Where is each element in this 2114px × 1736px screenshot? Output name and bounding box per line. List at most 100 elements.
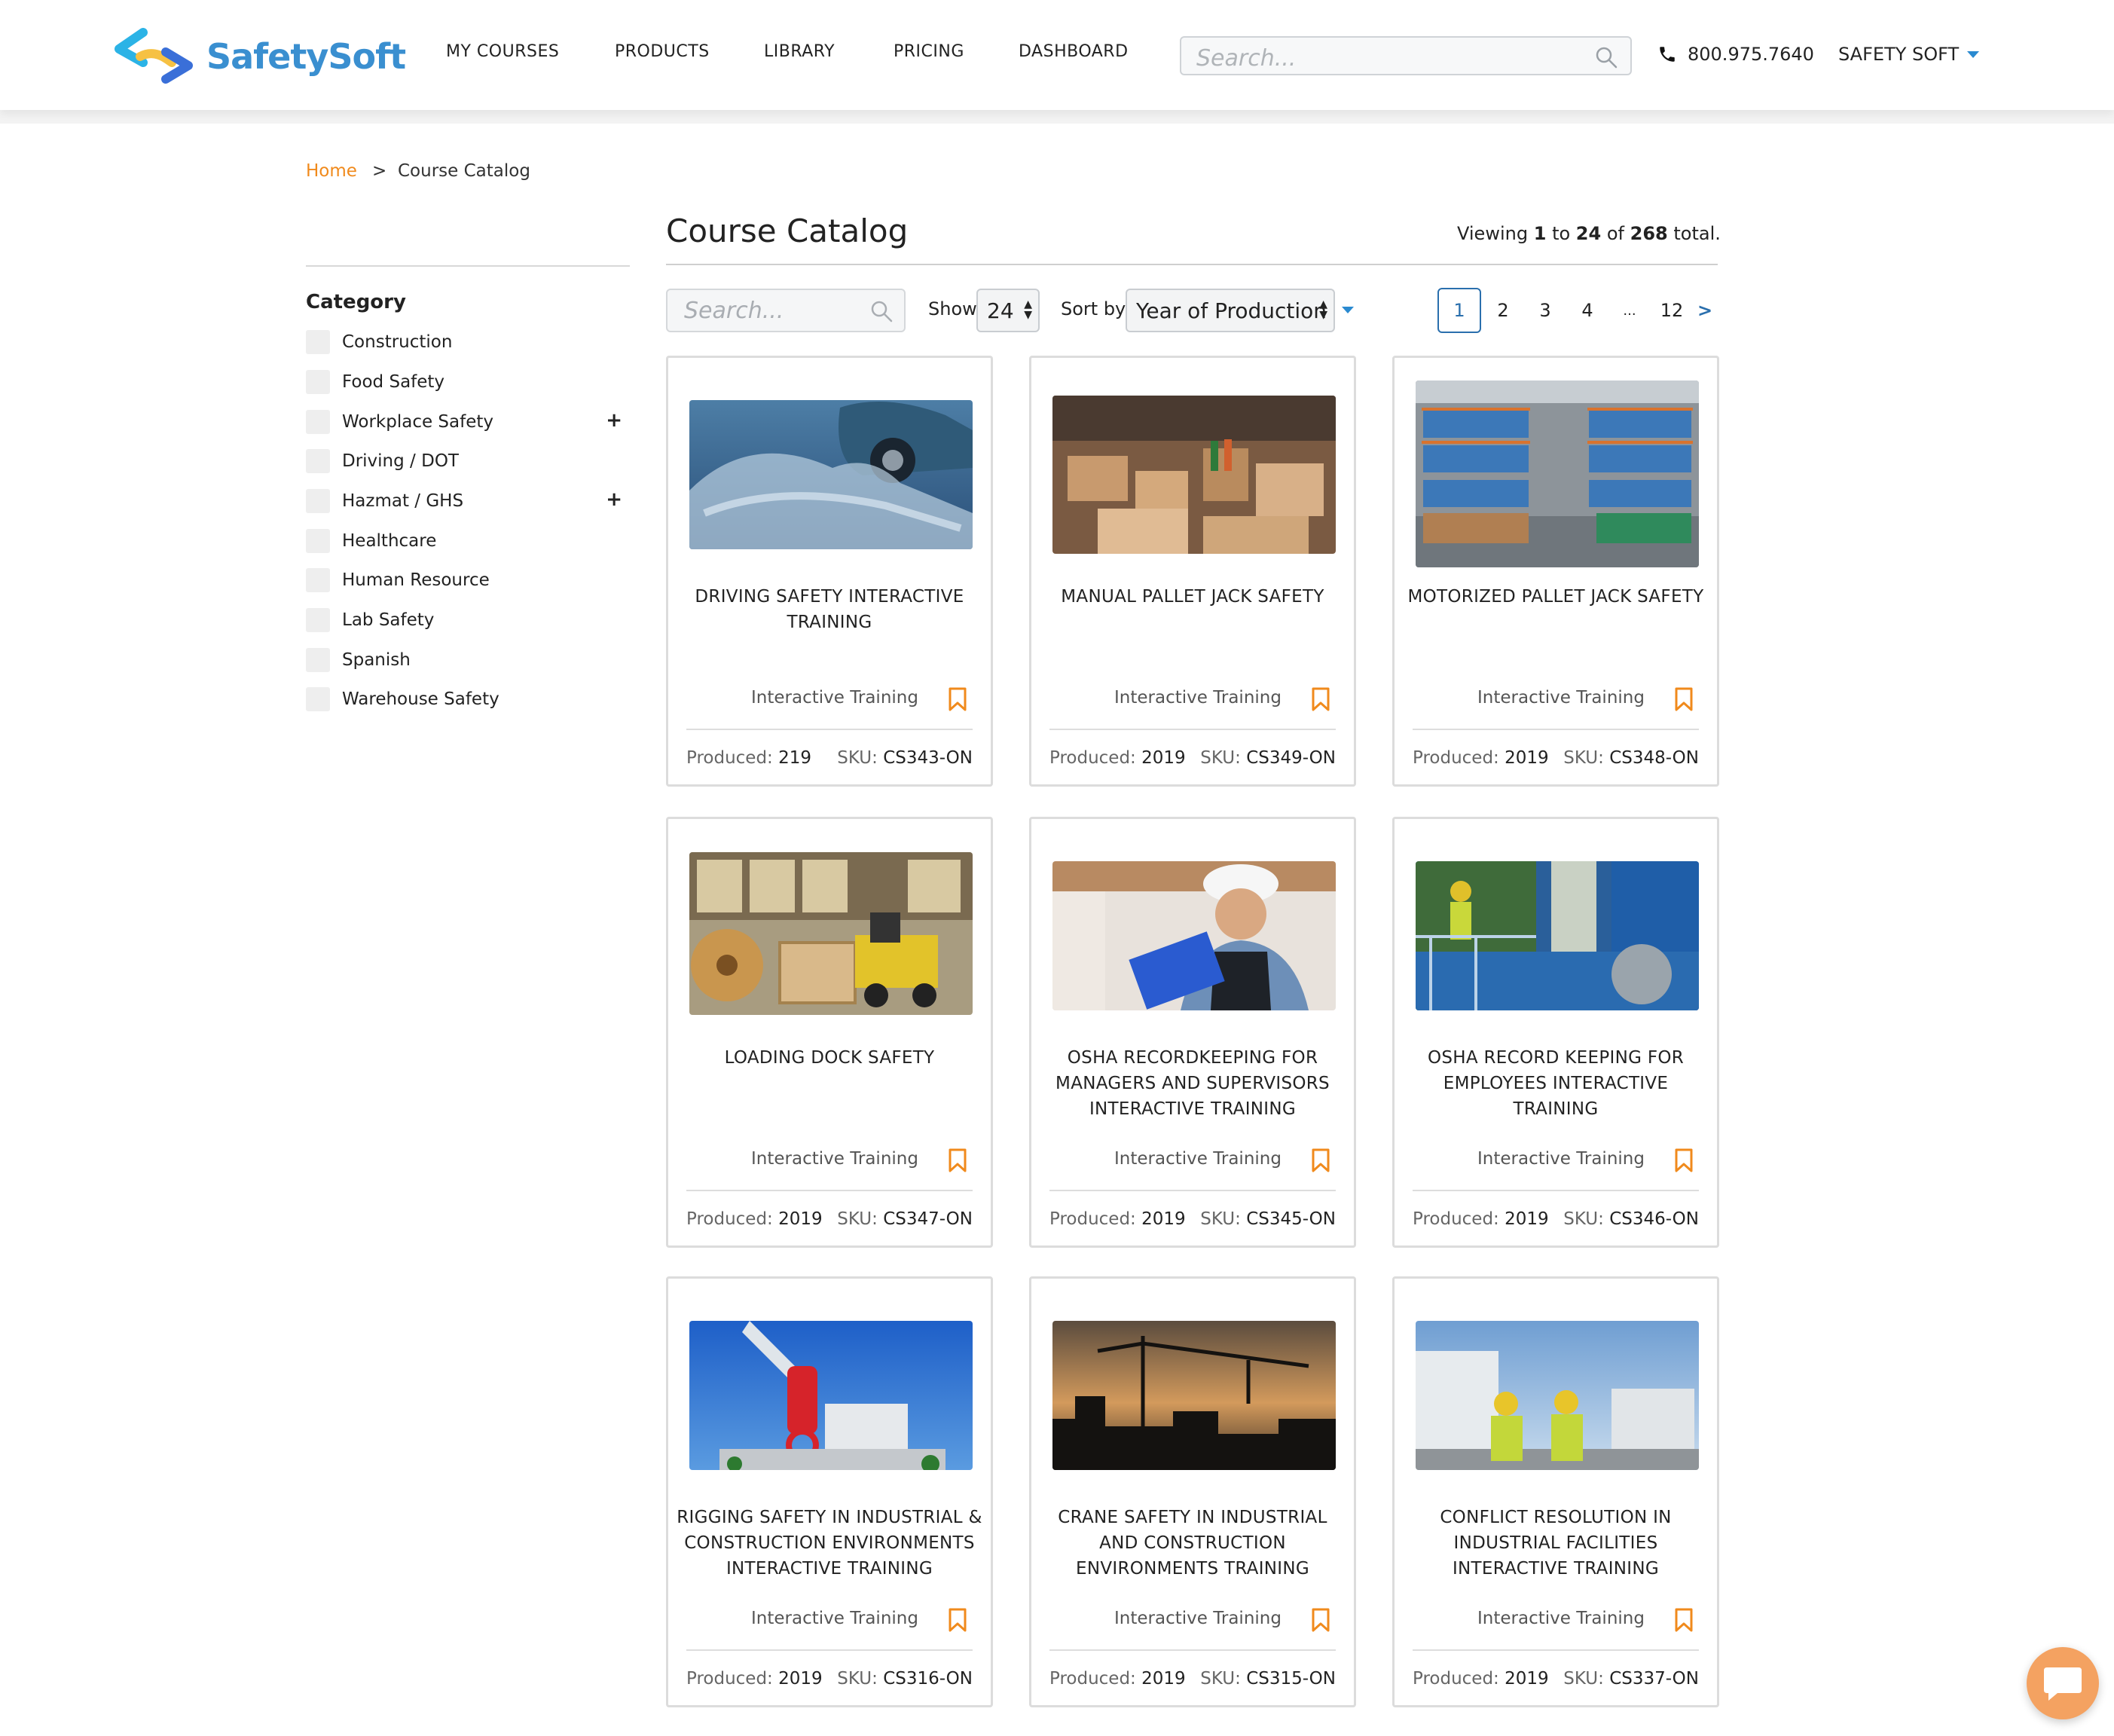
course-title[interactable]: DRIVING SAFETY INTERACTIVE TRAINING (676, 584, 983, 635)
sidebar-divider (306, 265, 630, 267)
nav-dashboard[interactable]: DASHBOARD (1019, 42, 1129, 61)
page-1-button[interactable]: 1 (1437, 288, 1481, 333)
category-item-construction[interactable]: Construction (306, 329, 622, 355)
category-item-human-resource[interactable]: Human Resource (306, 567, 622, 593)
course-thumbnail[interactable] (1416, 381, 1699, 567)
sort-direction-caret-icon[interactable] (1341, 304, 1355, 315)
logo[interactable]: SafetySoft (113, 23, 406, 90)
bookmark-icon[interactable] (947, 1148, 968, 1173)
expand-plus-icon[interactable]: + (606, 488, 622, 511)
nav-pricing[interactable]: PRICING (894, 42, 964, 61)
category-checkbox[interactable] (306, 449, 330, 473)
breadcrumb-home-link[interactable]: Home (306, 161, 357, 181)
page-2-button[interactable]: 2 (1481, 288, 1525, 333)
show-count-select[interactable]: 24 ▲ ▼ (976, 289, 1040, 332)
category-checkbox[interactable] (306, 687, 330, 711)
course-meta: Produced: 219 SKU: CS343-ON (686, 748, 973, 768)
bookmark-icon[interactable] (947, 1607, 968, 1633)
course-title[interactable]: CONFLICT RESOLUTION IN INDUSTRIAL FACILI… (1402, 1505, 1709, 1582)
course-meta: Produced: 2019 SKU: CS316-ON (686, 1669, 973, 1689)
course-meta: Produced: 2019 SKU: CS348-ON (1413, 748, 1699, 768)
sort-select[interactable]: Year of Production ▲ ▼ (1126, 289, 1335, 332)
sku: SKU: CS349-ON (1200, 748, 1336, 768)
course-title[interactable]: MOTORIZED PALLET JACK SAFETY (1402, 584, 1709, 610)
bookmark-icon[interactable] (1673, 686, 1694, 712)
course-card[interactable]: CONFLICT RESOLUTION IN INDUSTRIAL FACILI… (1392, 1276, 1719, 1707)
card-divider (1049, 1190, 1336, 1191)
course-card[interactable]: CRANE SAFETY IN INDUSTRIAL AND CONSTRUCT… (1029, 1276, 1356, 1707)
course-thumbnail[interactable] (689, 1321, 973, 1470)
header-search-input[interactable]: Search... (1180, 36, 1632, 75)
category-item-lab-safety[interactable]: Lab Safety (306, 607, 622, 633)
sku: SKU: CS337-ON (1563, 1669, 1699, 1689)
search-icon[interactable] (1594, 45, 1618, 69)
course-thumbnail[interactable] (1052, 1321, 1336, 1470)
phone-contact[interactable]: 800.975.7640 (1657, 44, 1814, 65)
category-checkbox[interactable] (306, 410, 330, 434)
course-title[interactable]: MANUAL PALLET JACK SAFETY (1039, 584, 1346, 610)
course-title[interactable]: OSHA RECORDKEEPING FOR MANAGERS AND SUPE… (1039, 1045, 1346, 1122)
course-card[interactable]: DRIVING SAFETY INTERACTIVE TRAINING Inte… (666, 356, 993, 787)
course-card[interactable]: OSHA RECORD KEEPING FOR EMPLOYEES INTERA… (1392, 817, 1719, 1248)
page-4-button[interactable]: 4 (1566, 288, 1609, 333)
bookmark-icon[interactable] (1673, 1607, 1694, 1633)
course-thumbnail[interactable] (1416, 861, 1699, 1010)
course-type: Interactive Training (1114, 1149, 1282, 1169)
course-title[interactable]: OSHA RECORD KEEPING FOR EMPLOYEES INTERA… (1402, 1045, 1709, 1122)
bookmark-icon[interactable] (1310, 1148, 1331, 1173)
course-card[interactable]: MOTORIZED PALLET JACK SAFETY Interactive… (1392, 356, 1719, 787)
title-divider (666, 264, 1718, 265)
course-thumbnail[interactable] (689, 852, 973, 1015)
card-divider (686, 729, 973, 730)
category-checkbox[interactable] (306, 648, 330, 672)
course-type: Interactive Training (1114, 688, 1282, 708)
catalog-search-input[interactable]: Search... (666, 289, 906, 332)
course-title[interactable]: LOADING DOCK SAFETY (676, 1045, 983, 1071)
sku-label: SKU: (837, 1669, 878, 1689)
catalog-search-placeholder: Search... (684, 298, 784, 324)
expand-plus-icon[interactable]: + (606, 409, 622, 432)
category-checkbox[interactable] (306, 568, 330, 592)
category-item-healthcare[interactable]: Healthcare (306, 528, 622, 554)
course-card[interactable]: RIGGING SAFETY IN INDUSTRIAL & CONSTRUCT… (666, 1276, 993, 1707)
bookmark-icon[interactable] (947, 686, 968, 712)
course-meta: Produced: 2019 SKU: CS337-ON (1413, 1669, 1699, 1689)
chat-widget-button[interactable] (2027, 1647, 2099, 1719)
sku-value: CS337-ON (1609, 1669, 1699, 1689)
course-type: Interactive Training (1114, 1609, 1282, 1628)
course-card[interactable]: LOADING DOCK SAFETY Interactive Training… (666, 817, 993, 1248)
course-title[interactable]: CRANE SAFETY IN INDUSTRIAL AND CONSTRUCT… (1039, 1505, 1346, 1582)
bookmark-icon[interactable] (1673, 1148, 1694, 1173)
category-item-hazmat-ghs[interactable]: Hazmat / GHS + (306, 488, 622, 514)
bookmark-icon[interactable] (1310, 686, 1331, 712)
category-item-workplace-safety[interactable]: Workplace Safety + (306, 409, 622, 435)
page-3-button[interactable]: 3 (1523, 288, 1567, 333)
course-meta: Produced: 2019 SKU: CS347-ON (686, 1209, 973, 1229)
course-card[interactable]: MANUAL PALLET JACK SAFETY Interactive Tr… (1029, 356, 1356, 787)
course-title[interactable]: RIGGING SAFETY IN INDUSTRIAL & CONSTRUCT… (676, 1505, 983, 1582)
bookmark-icon[interactable] (1310, 1607, 1331, 1633)
category-checkbox[interactable] (306, 489, 330, 513)
search-icon[interactable] (869, 299, 894, 323)
course-thumbnail[interactable] (689, 400, 973, 549)
next-page-button[interactable]: > (1683, 288, 1727, 333)
category-label: Food Safety (342, 372, 445, 392)
account-menu[interactable]: SAFETY SOFT (1838, 44, 1980, 65)
category-item-warehouse-safety[interactable]: Warehouse Safety (306, 686, 622, 712)
course-thumbnail[interactable] (1416, 1321, 1699, 1470)
nav-my-courses[interactable]: MY COURSES (446, 42, 559, 61)
course-thumbnail[interactable] (1052, 861, 1336, 1010)
category-item-driving-dot[interactable]: Driving / DOT (306, 448, 622, 474)
category-checkbox[interactable] (306, 608, 330, 632)
course-thumbnail[interactable] (1052, 396, 1336, 554)
course-card[interactable]: OSHA RECORDKEEPING FOR MANAGERS AND SUPE… (1029, 817, 1356, 1248)
category-item-food-safety[interactable]: Food Safety (306, 369, 622, 395)
category-checkbox[interactable] (306, 370, 330, 394)
course-meta: Produced: 2019 SKU: CS315-ON (1049, 1669, 1336, 1689)
produced-year: 2019 (1505, 1669, 1549, 1689)
nav-products[interactable]: PRODUCTS (615, 42, 710, 61)
category-item-spanish[interactable]: Spanish (306, 647, 622, 673)
nav-library[interactable]: LIBRARY (764, 42, 835, 61)
category-checkbox[interactable] (306, 330, 330, 354)
category-checkbox[interactable] (306, 529, 330, 553)
